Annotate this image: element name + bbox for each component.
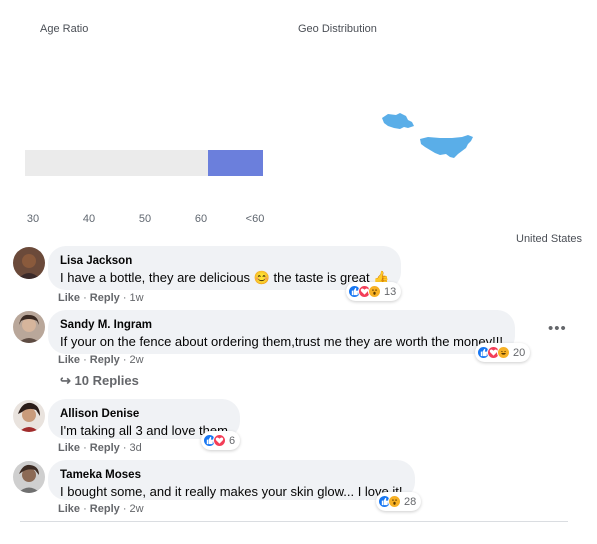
geo-country-label: United States	[516, 233, 583, 245]
comment-author[interactable]: Tameka Moses	[60, 468, 403, 483]
love-reaction-icon	[213, 434, 226, 447]
comment-timestamp[interactable]: 2w	[130, 354, 144, 366]
comment-author[interactable]: Lisa Jackson	[60, 254, 389, 269]
reply-link[interactable]: Reply	[90, 354, 120, 366]
reaction-summary[interactable]: 20	[475, 343, 531, 362]
reaction-summary[interactable]: 6	[201, 431, 241, 450]
age-ratio-bar	[25, 150, 263, 176]
section-divider	[20, 521, 568, 522]
reaction-count: 20	[513, 346, 526, 359]
geo-map	[382, 113, 473, 158]
reply-link[interactable]: Reply	[90, 442, 120, 454]
replies-count-label: 10 Replies	[74, 373, 139, 388]
map-region-contiguous-us	[420, 135, 473, 158]
age-ratio-bar-fill	[208, 150, 263, 176]
comment-author[interactable]: Allison Denise	[60, 407, 228, 422]
reply-link[interactable]: Reply	[90, 503, 120, 515]
comment-text: I bought some, and it really makes your …	[60, 484, 403, 499]
wow-reaction-icon	[368, 285, 381, 298]
avatar[interactable]	[13, 400, 45, 432]
reaction-count: 13	[384, 285, 397, 298]
like-link[interactable]: Like	[58, 292, 80, 304]
comment-timestamp[interactable]: 3d	[130, 442, 142, 454]
wow-reaction-icon	[388, 495, 401, 508]
comment-actions: Like · Reply · 1w	[58, 292, 144, 304]
geo-distribution-title: Geo Distribution	[298, 23, 377, 35]
comment-text: If your on the fence about ordering them…	[60, 334, 503, 349]
comment-text: I have a bottle, they are delicious 😊 th…	[60, 270, 390, 285]
comment-bubble: Tameka Moses I bought some, and it reall…	[48, 460, 415, 500]
reply-arrow-icon: ↪	[60, 373, 71, 388]
like-link[interactable]: Like	[58, 503, 80, 515]
age-tick: 60	[194, 213, 208, 225]
reaction-summary[interactable]: 28	[376, 492, 422, 511]
age-ratio-axis: 30 40 50 60 <60	[25, 213, 270, 227]
comment-bubble: Sandy M. Ingram If your on the fence abo…	[48, 310, 515, 354]
avatar[interactable]	[13, 247, 45, 279]
comment-actions: Like · Reply · 2w	[58, 503, 144, 515]
avatar[interactable]	[13, 311, 45, 343]
avatar[interactable]	[13, 461, 45, 493]
age-tick: 40	[82, 213, 96, 225]
haha-reaction-icon	[497, 346, 510, 359]
map-region-alaska	[382, 113, 414, 129]
comment-timestamp[interactable]: 2w	[130, 503, 144, 515]
comment-timestamp[interactable]: 1w	[130, 292, 144, 304]
reaction-count: 6	[229, 434, 236, 447]
reaction-count: 28	[404, 495, 417, 508]
comment-actions: Like · Reply · 2w	[58, 354, 144, 366]
age-ratio-title: Age Ratio	[40, 23, 89, 35]
more-options-icon[interactable]: •••	[548, 320, 567, 337]
age-tick: 30	[26, 213, 40, 225]
comment-actions: Like · Reply · 3d	[58, 442, 142, 454]
age-tick: 50	[138, 213, 152, 225]
like-link[interactable]: Like	[58, 354, 80, 366]
reply-link[interactable]: Reply	[90, 292, 120, 304]
age-tick: <60	[245, 213, 265, 225]
comment-author[interactable]: Sandy M. Ingram	[60, 318, 503, 333]
reaction-summary[interactable]: 13	[346, 282, 402, 301]
view-replies-link[interactable]: ↪ 10 Replies	[60, 373, 139, 389]
like-link[interactable]: Like	[58, 442, 80, 454]
